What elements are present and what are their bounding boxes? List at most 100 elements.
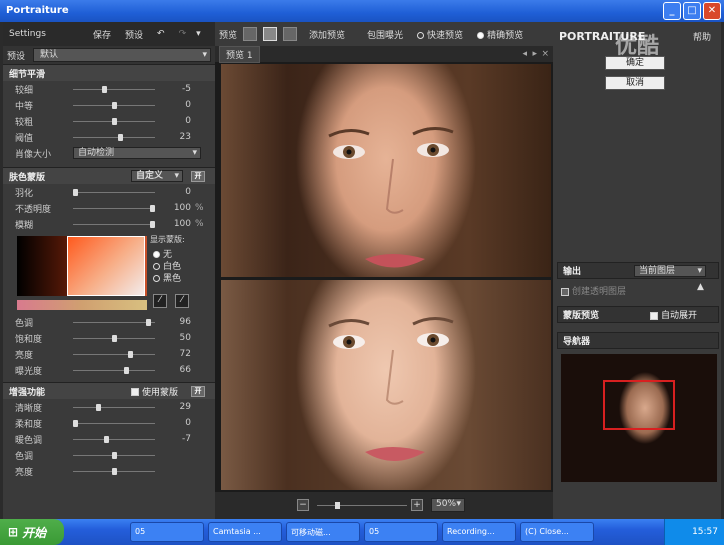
mask-toggle-button[interactable]: 开 (191, 170, 205, 182)
taskbar-item[interactable]: 05 (130, 522, 204, 542)
skin-mask-header[interactable]: 肤色蒙版 自定义 开 (3, 167, 215, 184)
zoom-slider[interactable] (317, 502, 407, 509)
ok-button[interactable]: 确定 (605, 56, 665, 70)
taskbar-item[interactable]: 可移动磁... (286, 522, 360, 542)
navigator-viewport[interactable] (603, 380, 675, 430)
mask-value[interactable]: 100 (161, 219, 191, 229)
show-mask-black-radio[interactable]: 黑色 (153, 271, 181, 284)
mask-value[interactable]: 100 (161, 203, 191, 213)
color-slider[interactable] (73, 334, 155, 342)
minimize-button[interactable]: _ (663, 2, 681, 20)
taskbar-item[interactable]: Recording... (442, 522, 516, 542)
enhance-value[interactable]: 0 (161, 418, 191, 428)
color-value[interactable]: 72 (161, 349, 191, 359)
cancel-button[interactable]: 取消 (605, 76, 665, 90)
hue-strip[interactable] (17, 300, 147, 310)
detail-value[interactable]: 23 (161, 132, 191, 142)
add-preview-button[interactable]: 添加预览 (309, 28, 345, 41)
navigator-thumbnail[interactable] (561, 354, 717, 482)
output-select[interactable]: 当前图层 (634, 264, 706, 277)
color-field[interactable] (17, 236, 147, 296)
help-link[interactable]: 帮助 (693, 30, 711, 43)
preset-select[interactable]: 默认 (33, 48, 211, 62)
slider-thumb[interactable] (146, 318, 152, 326)
color-slider[interactable] (73, 366, 155, 374)
taskbar-item[interactable]: (C) Close... (520, 522, 594, 542)
slider-thumb[interactable] (73, 419, 78, 427)
taskbar-item[interactable]: 05 (364, 522, 438, 542)
slider-thumb[interactable] (123, 366, 129, 374)
slider-thumb[interactable] (111, 101, 117, 109)
enhance-value[interactable]: -7 (161, 434, 191, 444)
taskbar-item[interactable]: Camtasia ... (208, 522, 282, 542)
enhance-slider[interactable] (73, 403, 155, 411)
slider-thumb[interactable] (111, 467, 117, 475)
color-value[interactable]: 50 (161, 333, 191, 343)
preset-button[interactable]: 预设 (125, 28, 143, 41)
color-slider[interactable] (73, 318, 155, 326)
detail-slider[interactable] (73, 85, 155, 93)
slider-thumb[interactable] (73, 188, 78, 196)
menu-chevron-icon[interactable]: ▾ (196, 29, 201, 39)
slider-thumb[interactable] (96, 403, 102, 411)
enhance-slider[interactable] (73, 435, 155, 443)
detail-value[interactable]: -5 (161, 84, 191, 94)
detail-slider[interactable] (73, 117, 155, 125)
detail-value[interactable]: 0 (161, 116, 191, 126)
enhancements-header[interactable]: 增强功能 使用蒙版 开 (3, 382, 215, 399)
start-button[interactable]: ⊞ 开始 (0, 519, 64, 545)
slider-thumb[interactable] (111, 451, 117, 459)
enhance-value[interactable]: 29 (161, 402, 191, 412)
detail-smoothing-header[interactable]: 细节平滑 (3, 64, 215, 81)
mask-mode-select[interactable]: 自定义 (131, 170, 183, 182)
maximize-button[interactable]: □ (683, 2, 701, 20)
eyedropper-icon[interactable]: ⁄ (153, 294, 167, 308)
original-preview-image[interactable] (221, 64, 551, 277)
single-view-icon[interactable] (243, 27, 258, 41)
eyedropper-minus-icon[interactable]: ⁄ (175, 294, 189, 308)
slider-thumb[interactable] (117, 133, 123, 141)
precise-preview-radio[interactable]: 精确预览 (477, 28, 523, 41)
split-horizontal-icon[interactable] (263, 27, 278, 41)
tab-next-icon[interactable]: ▸ (532, 49, 537, 59)
mask-slider[interactable] (73, 220, 155, 228)
mask-preview-section[interactable]: 蒙版预览 自动展开 (557, 306, 719, 323)
color-value[interactable]: 96 (161, 317, 191, 327)
slider-thumb[interactable] (111, 117, 117, 125)
fast-preview-radio[interactable]: 快速预览 (417, 28, 463, 41)
zoom-select[interactable]: 50% (431, 498, 465, 512)
enhance-slider[interactable] (73, 419, 155, 427)
mask-slider[interactable] (73, 188, 155, 196)
slider-thumb[interactable] (150, 204, 155, 212)
slider-thumb[interactable] (103, 435, 109, 443)
close-button[interactable]: ✕ (703, 2, 721, 20)
split-vertical-icon[interactable] (283, 27, 298, 41)
portrait-size-select[interactable]: 自动检测 (73, 147, 201, 159)
preview-tab[interactable]: 预览 1 (219, 45, 260, 63)
tab-close-icon[interactable]: × (541, 49, 549, 59)
new-layer-checkbox[interactable]: 创建透明图层 (561, 284, 626, 297)
detail-slider[interactable] (73, 101, 155, 109)
color-slider[interactable] (73, 350, 155, 358)
slider-thumb[interactable] (102, 85, 108, 93)
mask-slider[interactable] (73, 204, 155, 212)
bracket-exposure-button[interactable]: 包围曝光 (367, 28, 403, 41)
enhance-slider[interactable] (73, 451, 155, 459)
use-mask-checkbox[interactable]: 使用蒙版 (131, 385, 178, 398)
navigator-section[interactable]: 导航器 (557, 332, 719, 349)
tab-prev-icon[interactable]: ◂ (522, 49, 527, 59)
zoom-out-button[interactable]: − (297, 499, 309, 511)
redo-icon[interactable]: ↷ (179, 29, 187, 39)
output-section[interactable]: 输出 当前图层 (557, 262, 719, 279)
save-button[interactable]: 保存 (93, 28, 111, 41)
mask-value[interactable]: 0 (161, 187, 191, 197)
slider-thumb[interactable] (128, 350, 134, 358)
color-value[interactable]: 66 (161, 365, 191, 375)
slider-thumb[interactable] (150, 220, 155, 228)
zoom-in-button[interactable]: + (411, 499, 423, 511)
enhance-slider[interactable] (73, 467, 155, 475)
undo-icon[interactable]: ↶ (157, 29, 165, 39)
slider-thumb[interactable] (111, 334, 117, 342)
detail-slider[interactable] (73, 133, 155, 141)
enhance-toggle-button[interactable]: 开 (191, 385, 205, 397)
